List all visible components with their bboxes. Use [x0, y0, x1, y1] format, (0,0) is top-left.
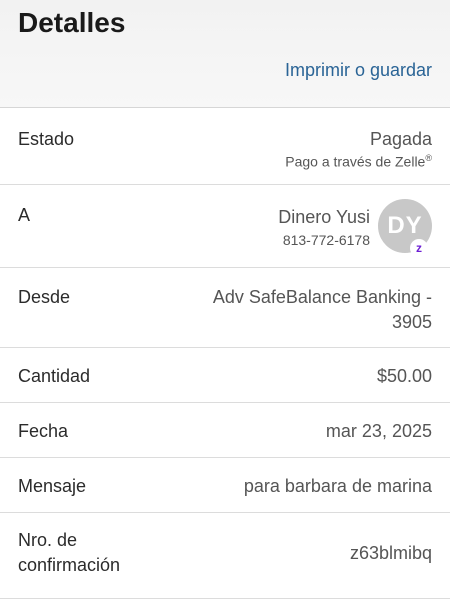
- confirmation-label-line1: Nro. de: [18, 530, 78, 550]
- date-row: Fecha mar 23, 2025: [0, 403, 450, 458]
- amount-row: Cantidad $50.00: [0, 348, 450, 403]
- recipient-phone: 813-772-6178: [282, 232, 370, 248]
- message-row: Mensaje para barbara de marina: [0, 458, 450, 513]
- from-label: Desde: [18, 287, 71, 307]
- page-title: Detalles: [18, 7, 126, 38]
- status-label: Estado: [18, 129, 75, 149]
- message-label: Mensaje: [18, 476, 87, 496]
- zelle-badge-icon: z: [410, 239, 428, 257]
- message-value: para barbara de marina: [243, 476, 432, 496]
- recipient-row[interactable]: A Dinero Yusi 813-772-6178 DY z: [0, 185, 450, 268]
- amount-label: Cantidad: [18, 366, 91, 386]
- status-row: Estado Pagada Pago a través de Zelle®: [0, 108, 450, 185]
- from-account-line2: 3905: [391, 312, 432, 332]
- date-label: Fecha: [18, 421, 69, 441]
- details-header: Detalles Imprimir o guardar: [0, 0, 450, 108]
- date-value: mar 23, 2025: [325, 421, 432, 441]
- recipient-label: A: [18, 205, 31, 225]
- recipient-name: Dinero Yusi: [278, 207, 370, 227]
- confirmation-value: z63blmibq: [349, 543, 432, 563]
- from-account-line1: Adv SafeBalance Banking -: [212, 287, 432, 307]
- status-value: Pagada: [369, 129, 432, 149]
- print-or-save-link[interactable]: Imprimir o guardar: [285, 60, 432, 81]
- from-account-row: Desde Adv SafeBalance Banking - 3905: [0, 268, 450, 348]
- amount-value: $50.00: [376, 366, 432, 386]
- confirmation-label-line2: confirmación: [18, 555, 121, 575]
- confirmation-row: Nro. de confirmación z63blmibq: [0, 513, 450, 599]
- payment-method-text: Pago a través de Zelle®: [285, 153, 432, 170]
